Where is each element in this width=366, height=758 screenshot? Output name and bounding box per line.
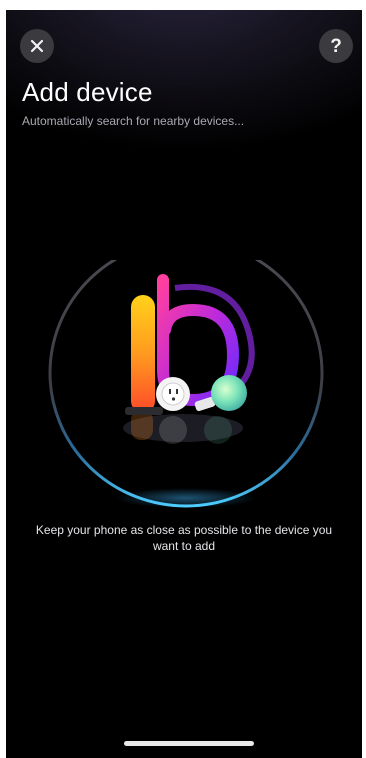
close-button[interactable]: [20, 29, 54, 63]
scan-ring-graphic: [48, 238, 324, 508]
home-indicator[interactable]: [124, 741, 254, 746]
help-icon: ?: [330, 35, 342, 57]
page-subtitle: Automatically search for nearby devices.…: [22, 114, 245, 128]
proximity-hint: Keep your phone as close as possible to …: [35, 523, 333, 553]
scan-ring: [48, 238, 324, 508]
add-device-screen: ? Add device Automatically search for ne…: [6, 10, 362, 758]
scan-area: [43, 238, 329, 514]
close-icon: [30, 39, 44, 53]
help-button[interactable]: ?: [319, 29, 353, 63]
scan-glow: [116, 488, 256, 508]
smart-devices-illustration: [123, 274, 255, 444]
page-title: Add device: [22, 77, 153, 107]
